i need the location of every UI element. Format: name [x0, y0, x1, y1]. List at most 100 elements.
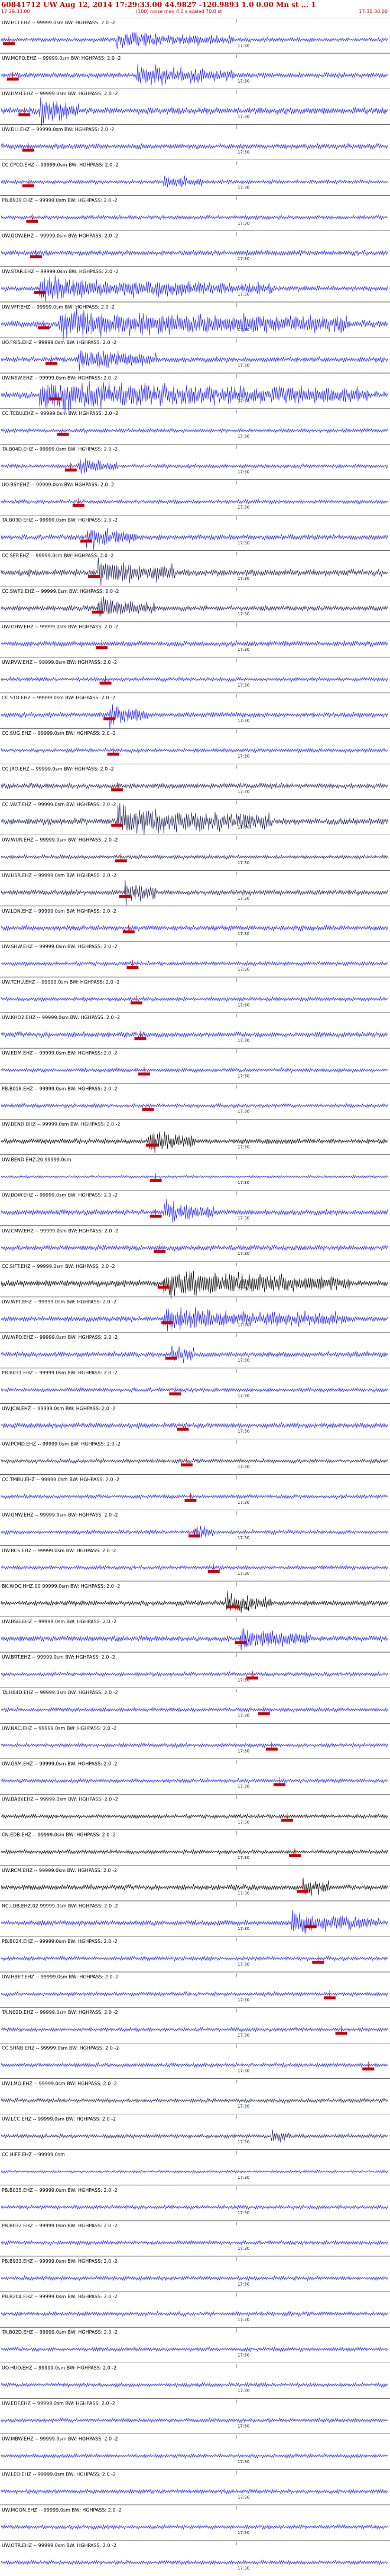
trace-row: UW.RCS.EHZ -- 99999.0sm BW: HGHPASS: 2.0… [0, 1545, 390, 1576]
waveform [1, 275, 388, 302]
time-tick-label: 17:30 [238, 2246, 249, 2251]
trace-label: CC.HIFE.EHZ -- 99999.0sm [2, 2152, 65, 2158]
trace-label: UW.OHW.EHZ -- 99999.0sm BW: HGHPASS: 2.0… [2, 624, 118, 630]
time-tick-label: 17:30 [238, 2175, 249, 2180]
time-tick-label: 17:30 [238, 505, 249, 510]
trace-row: UW.OTR.EHZ -- 99999.0sm BW: HGHPASS: 2.0… [0, 2540, 390, 2571]
time-tick-label: 17:30 [238, 1429, 249, 1434]
trace-label: UW.JCW.EHZ -- 99999.0sm BW: HGHPASS: 2.0… [2, 1406, 115, 1411]
trace-row: TA.B03D.EHZ -- 99999.0sm BW: HGHPASS: 2.… [0, 515, 390, 550]
time-tick-label: 17:30 [238, 434, 249, 439]
trace-label: UW.OTR.EHZ -- 99999.0sm BW: HGHPASS: 2.0… [2, 2543, 116, 2548]
trace-row: UW.STAR.EHZ -- 99999.0sm BW: HGHPASS: 2.… [0, 266, 390, 302]
trace-row: UW.KHO2.EHZ -- 99999.0sm BW: HGHPASS: 2.… [0, 1012, 390, 1043]
trace-label: UW.GNW.EHZ -- 99999.0sm BW: HGHPASS: 2.0… [2, 1513, 118, 1518]
time-tick-label: 17:30 [238, 932, 249, 936]
time-tick-label: 17:30 [238, 1393, 249, 1398]
trace-label: PB.B024.EHZ -- 99999.0sm BW: HGHPASS: 2.… [2, 1939, 118, 1944]
waveform [1, 1422, 388, 1429]
waveform [1, 2026, 388, 2033]
time-tick-label: 17:30 [238, 1749, 249, 1754]
trace-row: CC.JRO.EHZ -- 99999.0sm BW: HGHPASS: 2.0… [0, 764, 390, 794]
waveform [1, 557, 388, 586]
trace-row: PB.B035.EHZ -- 99999.0sm BW: HGHPASS: 2.… [0, 2185, 390, 2215]
waveform [1, 307, 388, 340]
time-tick-label: 17:30 [238, 754, 249, 758]
waveform [1, 498, 388, 505]
time-tick-label: 17:30 [238, 79, 249, 83]
trace-label: TA.B02D.EHZ -- 99999.0sm BW: HGHPASS: 2.… [1, 2330, 118, 2335]
waveform [1, 2097, 388, 2104]
trace-label: UW.BEND.EHZ.20 99999.0sm [2, 1157, 72, 1163]
time-tick-label: 17:30 [238, 1962, 249, 1967]
waveform [1, 960, 388, 967]
trace-label: UW.VFP.EHZ -- 99999.0sm BW: HGHPASS: 2.0… [2, 304, 115, 310]
time-tick-label: 17:30 [238, 1891, 249, 1896]
trace-label: PB.B031.EHZ -- 99999.0sm BW: HGHPASS: 2.… [2, 1370, 118, 1375]
trace-label: UW.RCS.EHZ -- 99999.0sm BW: HGHPASS: 2.0… [2, 1548, 116, 1553]
trace-row: UW.WPO.EHZ -- 99999.0sm BW: HGHPASS: 2.0… [0, 1332, 390, 1364]
trace-row: CC.TMBU.EHZ -- 99999.0sm BW: HGHPASS: 2.… [0, 1474, 390, 1505]
time-tick-label: 17:30 [238, 1003, 249, 1007]
trace-row: UW.EDM.EHZ -- 99999.0sm BW: HGHPASS: 2.0… [0, 1047, 390, 1078]
trace-label: CC.JRO.EHZ -- 99999.0sm BW: HGHPASS: 2.0… [2, 766, 114, 771]
trace-label: TA.B04D.EHZ -- 99999.0sm BW: HGHPASS: 2.… [1, 446, 118, 452]
trace-row: CC.TCBU.EHZ -- 99999.0sm BW: HGHPASS: 2.… [0, 408, 390, 439]
time-tick-label: 17:30 [238, 1109, 249, 1114]
waveform [1, 142, 388, 150]
waveform [1, 996, 388, 1003]
trace-row: UW.TCHU.EHZ -- 99999.0sm BW: HGHPASS: 2.… [0, 976, 390, 1007]
trace-row: PB.B939.EHZ -- 99999.0sm BW: HGHPASS: 2.… [0, 195, 390, 226]
trace-label: CC.SIFT.EHZ -- 99999.0sm BW: HGHPASS: 2.… [2, 1264, 115, 1269]
time-tick-label: 17:30 [238, 1038, 249, 1043]
start-time: 17:29:33.00 [1, 9, 30, 14]
time-tick-label: 17:30 [238, 1216, 249, 1221]
trace-row: UW.BEND.BHZ -- 99999.0sm BW: HGHPASS: 2.… [0, 1119, 390, 1153]
time-tick-label: 17:30 [238, 114, 249, 119]
waveform [1, 1564, 388, 1571]
trace-label: UW.RCM.EHZ -- 99999.0sm BW: HGHPASS: 2.0… [2, 1868, 117, 1873]
trace-row: UW.PCMD.EHZ -- 99999.0sm BW: HGHPASS: 2.… [0, 1439, 390, 1469]
waveform [1, 2129, 388, 2143]
time-tick-label: 17:30 [238, 1820, 249, 1825]
time-tick-label: 17:30 [238, 221, 249, 226]
trace-label: PB.B204.EHZ -- 99999.0sm BW: HGHPASS: 2.… [2, 2294, 118, 2299]
time-tick-label: 17:30 [238, 1358, 249, 1362]
waveform [1, 1848, 388, 1855]
trace-row: TA.N02D.EHZ -- 99999.0sm BW: HGHPASS: 2.… [0, 2007, 390, 2038]
waveform [1, 783, 388, 790]
time-tick-label: 17:30 [238, 2033, 249, 2038]
trace-row: CC.SWF2.EHZ -- 99999.0sm BW: HGHPASS: 2.… [0, 586, 390, 617]
waveform [1, 596, 388, 617]
time-tick-label: 17:30 [238, 1500, 249, 1505]
trace-row: UW.MBW.EHZ -- 99999.0sm BW: HGHPASS: 2.0… [0, 2434, 390, 2464]
trace-label: UW.LON.EHZ -- 99999.0sm BW: HGHPASS: 2.0… [2, 909, 116, 914]
waveform [1, 249, 388, 257]
waveform [1, 2062, 388, 2068]
trace-label: UW.KHO2.EHZ -- 99999.0sm BW: HGHPASS: 2.… [2, 1015, 120, 1020]
trace-row: TA.H04D.EHZ -- 99999.0sm BW: HGHPASS: 2.… [0, 1687, 390, 1718]
time-tick-label: 17:30 [238, 683, 249, 687]
time-tick-label: 17:30 [238, 1785, 249, 1789]
trace-row: UO.HUO.EHZ -- 99999.0sm BW: HGHPASS: 2.0… [0, 2363, 390, 2393]
trace-label: UO.HUO.EHZ -- 99999.0sm BW: HGHPASS: 2.0… [2, 2365, 116, 2370]
waveform [1, 1493, 388, 1500]
waveform [1, 349, 388, 371]
trace-label: CC.TCBU.EHZ -- 99999.0sm BW: HGHPASS: 2.… [2, 411, 118, 416]
waveform [1, 1174, 388, 1179]
waveform [1, 1627, 388, 1651]
waveform [1, 528, 388, 550]
waveform [1, 704, 388, 729]
trace-row: CC.STD.EHZ -- 99999.0sm BW: HGHPASS: 2.0… [0, 692, 390, 729]
time-tick-label: 17:30 [238, 1322, 249, 1327]
waveform [1, 1102, 388, 1109]
trace-label: UW.EDF.EHZ -- 99999.0sm BW: HGHPASS: 2.0… [2, 2400, 115, 2406]
waveform [1, 1909, 388, 1934]
waveform [1, 381, 388, 413]
trace-row: PB.B032.EHZ -- 99999.0sm BW: HGHPASS: 2.… [0, 2220, 390, 2251]
time-tick-label: 17:30 [238, 790, 249, 794]
time-tick-label: 17:30 [238, 576, 249, 581]
time-tick-label: 17:30 [238, 2389, 249, 2393]
trace-row: UW.LMO.EHZ -- 99999.0sm BW: HGHPASS: 2.0… [0, 2078, 390, 2109]
trace-row: CC.SEP.EHZ -- 99999.0sm BW: HGHPASS: 2.0… [0, 550, 390, 586]
